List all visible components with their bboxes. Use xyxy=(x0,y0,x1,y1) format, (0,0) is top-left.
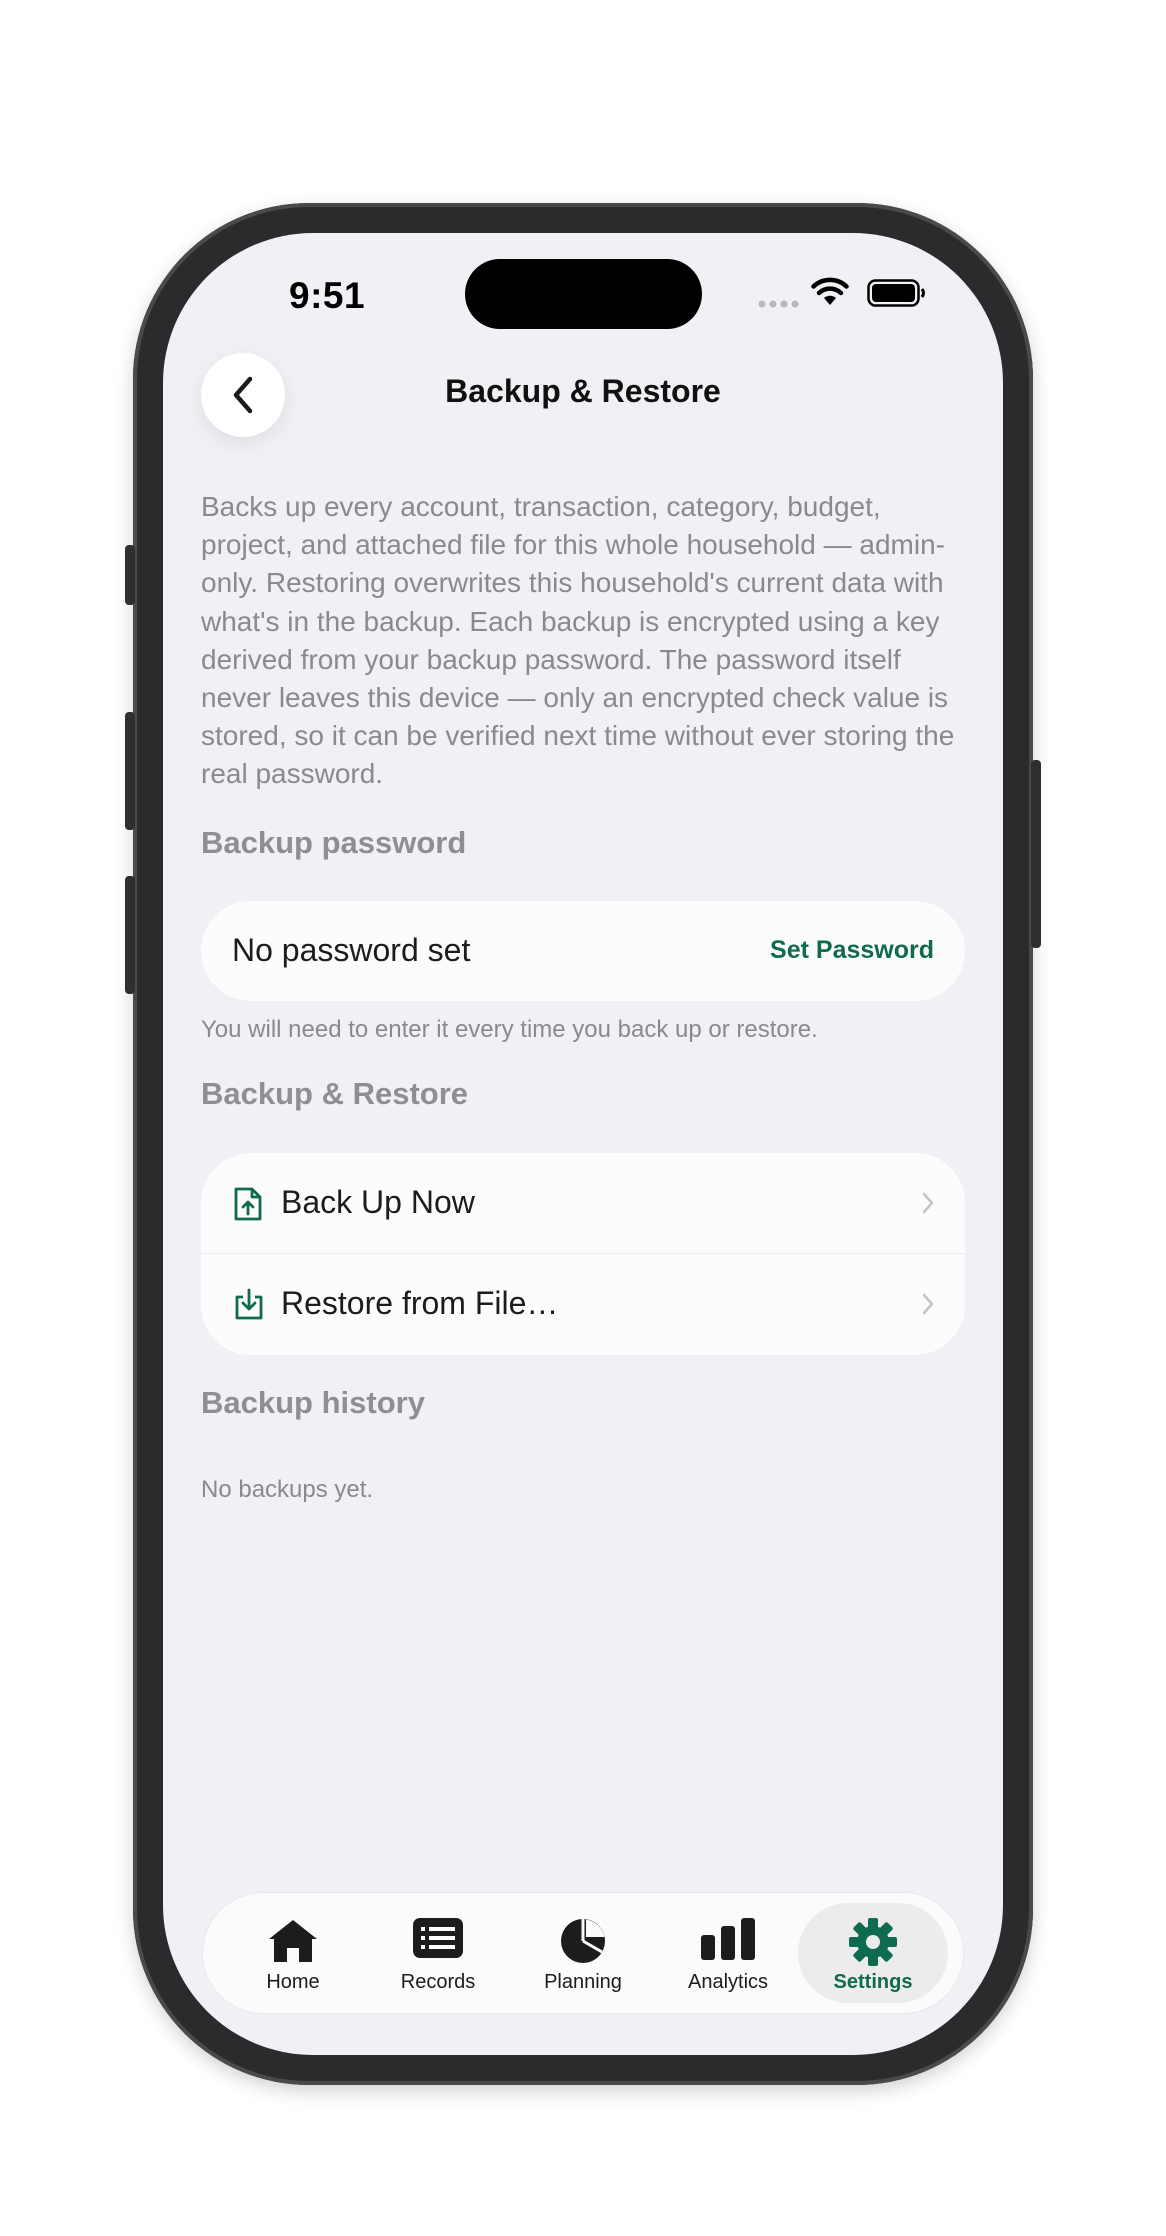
tab-records-label: Records xyxy=(400,1971,476,1993)
backup-history-empty: No backups yet. xyxy=(201,1476,374,1503)
file-upload-icon xyxy=(234,1187,262,1221)
dynamic-island xyxy=(465,259,702,329)
page-title: Backup & Restore xyxy=(445,373,721,409)
app-screen: 9:51 Backup & Restore Backs up every acc… xyxy=(163,233,1003,2055)
section-header-backup-history: Backup history xyxy=(201,1385,425,1420)
tab-home-label: Home xyxy=(266,1971,320,1993)
password-status: No password set xyxy=(232,932,471,968)
restore-from-file-row[interactable]: Restore from File… xyxy=(201,1254,965,1355)
tab-settings-label: Settings xyxy=(833,1971,913,1993)
tab-home[interactable]: Home xyxy=(218,1903,368,2003)
status-time: 9:51 xyxy=(289,275,366,316)
bar-chart-icon xyxy=(701,1918,755,1960)
backup-actions-card: Back Up Now Restore from File… xyxy=(201,1153,965,1355)
tab-settings[interactable]: Settings xyxy=(798,1903,948,2003)
tab-planning[interactable]: Planning xyxy=(508,1903,658,2003)
backup-description: Backs up every account, transaction, cat… xyxy=(201,491,955,790)
battery-icon xyxy=(867,279,925,307)
section-header-backup-restore: Backup & Restore xyxy=(201,1076,469,1111)
pie-chart-icon xyxy=(561,1919,605,1963)
tab-planning-label: Planning xyxy=(544,1971,622,1993)
tab-bar: Home Records Planning Analytics Settings xyxy=(203,1893,963,2013)
status-bar: 9:51 xyxy=(163,233,1003,353)
tab-analytics-label: Analytics xyxy=(687,1971,769,1993)
volume-up-button xyxy=(125,712,135,830)
section-header-backup-password: Backup password xyxy=(201,825,467,860)
back-up-now-row[interactable]: Back Up Now xyxy=(201,1153,965,1254)
power-button xyxy=(1031,760,1041,948)
password-hint: You will need to enter it every time you… xyxy=(201,1016,818,1043)
restore-from-file-label: Restore from File… xyxy=(281,1285,559,1321)
download-tray-icon xyxy=(235,1288,263,1320)
chevron-right-icon xyxy=(922,1192,934,1214)
records-icon xyxy=(413,1918,463,1958)
home-icon xyxy=(269,1920,317,1962)
back-up-now-label: Back Up Now xyxy=(281,1184,475,1220)
password-card: No password set Set Password xyxy=(201,901,965,1001)
chevron-right-icon xyxy=(922,1293,934,1315)
cellular-signal-icon xyxy=(758,300,799,308)
tab-analytics[interactable]: Analytics xyxy=(653,1903,803,2003)
volume-down-button xyxy=(125,876,135,994)
tab-records[interactable]: Records xyxy=(363,1903,513,2003)
gear-icon xyxy=(849,1918,897,1966)
wifi-icon xyxy=(811,277,849,305)
set-password-button[interactable]: Set Password xyxy=(770,936,934,965)
action-button xyxy=(125,545,135,605)
